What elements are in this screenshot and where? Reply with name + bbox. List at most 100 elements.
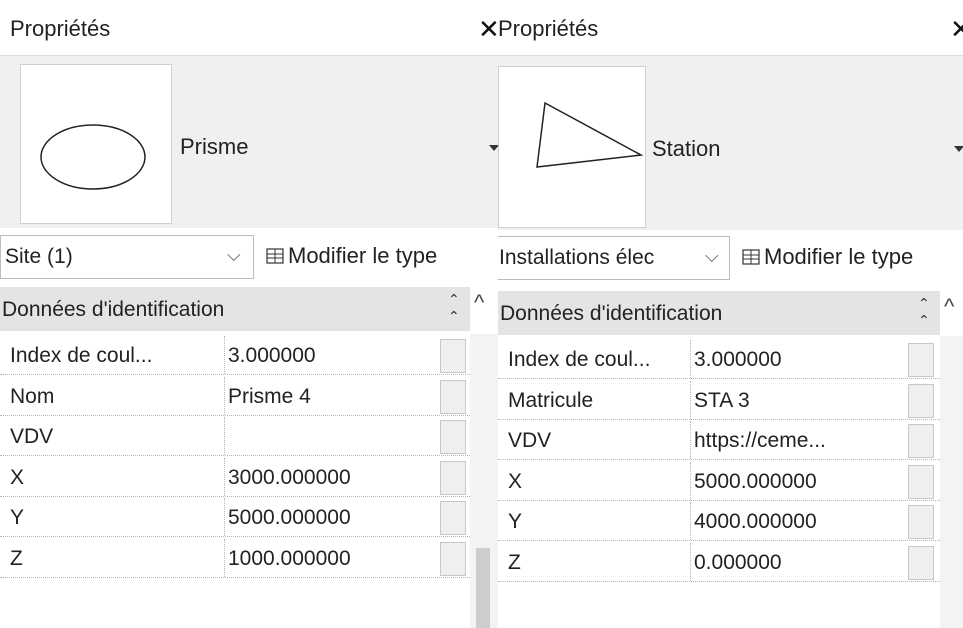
property-value[interactable]: 3.000000: [228, 344, 436, 368]
table-row[interactable]: X 5000.000000: [498, 461, 940, 501]
property-name: Matricule: [508, 388, 594, 412]
associate-parameter-button[interactable]: [440, 379, 466, 414]
column-divider: [690, 380, 692, 419]
ellipse-icon: [40, 124, 146, 190]
scrollbar-thumb[interactable]: [476, 548, 490, 628]
type-selector[interactable]: Station: [498, 56, 963, 230]
property-value[interactable]: 5000.000000: [694, 470, 904, 494]
scroll-up-icon[interactable]: ^: [944, 294, 954, 320]
property-name: Y: [10, 506, 25, 529]
collapse-icon[interactable]: ⌃ ⌃: [448, 291, 460, 325]
property-name: Z: [508, 550, 521, 574]
edit-type-label: Modifier le type: [288, 243, 438, 268]
section-label: Données d'identification: [2, 298, 225, 321]
chevron-down-icon: ⌵: [227, 245, 241, 265]
type-name: Station: [652, 136, 721, 161]
edit-type-icon: [266, 245, 284, 271]
column-divider: [224, 457, 226, 496]
section-header[interactable]: Données d'identification ⌃ ⌃: [0, 287, 470, 331]
table-row[interactable]: Z 0.000000: [498, 542, 940, 582]
column-divider: [224, 417, 226, 455]
column-divider: [690, 502, 692, 540]
triangle-icon: [536, 101, 644, 168]
table-row[interactable]: X 3000.000000: [0, 457, 470, 497]
scroll-up-icon[interactable]: ^: [474, 290, 484, 316]
associate-parameter-button[interactable]: [440, 460, 466, 495]
property-name: VDV: [10, 425, 54, 448]
column-divider: [690, 461, 692, 500]
table-row[interactable]: Y 4000.000000: [498, 502, 940, 541]
associate-parameter-button[interactable]: [908, 464, 934, 499]
property-value[interactable]: 0.000000: [694, 551, 904, 575]
column-divider: [224, 538, 226, 577]
type-selector[interactable]: Prisme: [0, 56, 498, 228]
close-icon[interactable]: ✕: [950, 14, 963, 45]
table-row[interactable]: Matricule STA 3: [498, 380, 940, 420]
column-divider: [690, 542, 692, 581]
associate-parameter-button[interactable]: [908, 545, 934, 580]
section-header[interactable]: Données d'identification ⌃ ⌃: [498, 291, 940, 335]
property-name: Z: [10, 546, 23, 570]
collapse-icon[interactable]: ⌃ ⌃: [918, 295, 930, 329]
associate-parameter-button[interactable]: [440, 501, 466, 535]
chevron-down-icon: ⌵: [705, 246, 719, 266]
instance-selector[interactable]: Site (1) ⌵: [0, 235, 254, 279]
column-divider: [224, 498, 226, 536]
property-name: Y: [508, 510, 523, 533]
title-bar: Propriétés ✕: [498, 0, 963, 52]
column-divider: [690, 421, 692, 459]
property-value[interactable]: Prisme 4: [228, 385, 436, 409]
property-value[interactable]: 3.000000: [694, 348, 904, 372]
edit-type-icon: [742, 246, 760, 272]
property-name: X: [10, 465, 25, 489]
instance-selector[interactable]: Installations élec ⌵: [498, 236, 730, 280]
property-name: Index de coul...: [508, 348, 651, 371]
type-preview: [498, 66, 646, 228]
property-value[interactable]: STA 3: [694, 389, 904, 413]
instance-selector-label: Installations élec: [499, 246, 655, 269]
associate-parameter-button[interactable]: [908, 424, 934, 458]
property-name: Nom: [10, 384, 55, 408]
table-row[interactable]: Nom Prisme 4: [0, 376, 470, 416]
type-name: Prisme: [180, 134, 249, 159]
scrollbar[interactable]: [470, 334, 498, 628]
associate-parameter-button[interactable]: [908, 343, 934, 377]
associate-parameter-button[interactable]: [440, 420, 466, 454]
type-preview: [20, 64, 172, 224]
scrollbar[interactable]: [940, 336, 963, 628]
table-row[interactable]: Y 5000.000000: [0, 498, 470, 537]
dropdown-arrow-icon[interactable]: [954, 146, 963, 152]
column-divider: [690, 340, 692, 378]
edit-type-button[interactable]: Modifier le type: [266, 243, 437, 271]
associate-parameter-button[interactable]: [908, 383, 934, 418]
associate-parameter-button[interactable]: [908, 505, 934, 539]
column-divider: [224, 376, 226, 415]
edit-type-button[interactable]: Modifier le type: [742, 244, 913, 272]
properties-panel-right: Propriétés ✕ Station Installations élec …: [498, 0, 963, 628]
edit-type-label: Modifier le type: [764, 244, 914, 269]
table-row[interactable]: VDV: [0, 417, 470, 456]
properties-panel-left: Propriétés ✕ Prisme Site (1) ⌵ Modifier …: [0, 0, 498, 628]
column-divider: [224, 336, 226, 374]
property-value[interactable]: https://ceme...: [694, 429, 904, 453]
associate-parameter-button[interactable]: [440, 541, 466, 576]
property-value[interactable]: 1000.000000: [228, 547, 436, 571]
property-value[interactable]: 4000.000000: [694, 510, 904, 534]
table-row[interactable]: Z 1000.000000: [0, 538, 470, 578]
property-value[interactable]: 3000.000000: [228, 466, 436, 490]
panel-title: Propriétés: [10, 16, 111, 41]
property-value[interactable]: 5000.000000: [228, 506, 436, 530]
panel-title: Propriétés: [498, 16, 599, 41]
table-row[interactable]: Index de coul... 3.000000: [0, 336, 470, 375]
property-name: X: [508, 469, 523, 493]
section-label: Données d'identification: [500, 302, 723, 325]
instance-selector-label: Site (1): [5, 245, 73, 268]
table-row[interactable]: Index de coul... 3.000000: [498, 340, 940, 379]
table-row[interactable]: VDV https://ceme...: [498, 421, 940, 460]
associate-parameter-button[interactable]: [440, 339, 466, 373]
title-bar: Propriétés ✕: [0, 0, 498, 52]
property-name: VDV: [508, 429, 552, 452]
dropdown-arrow-icon[interactable]: [489, 145, 498, 151]
property-name: Index de coul...: [10, 344, 153, 367]
close-icon[interactable]: ✕: [478, 14, 498, 45]
